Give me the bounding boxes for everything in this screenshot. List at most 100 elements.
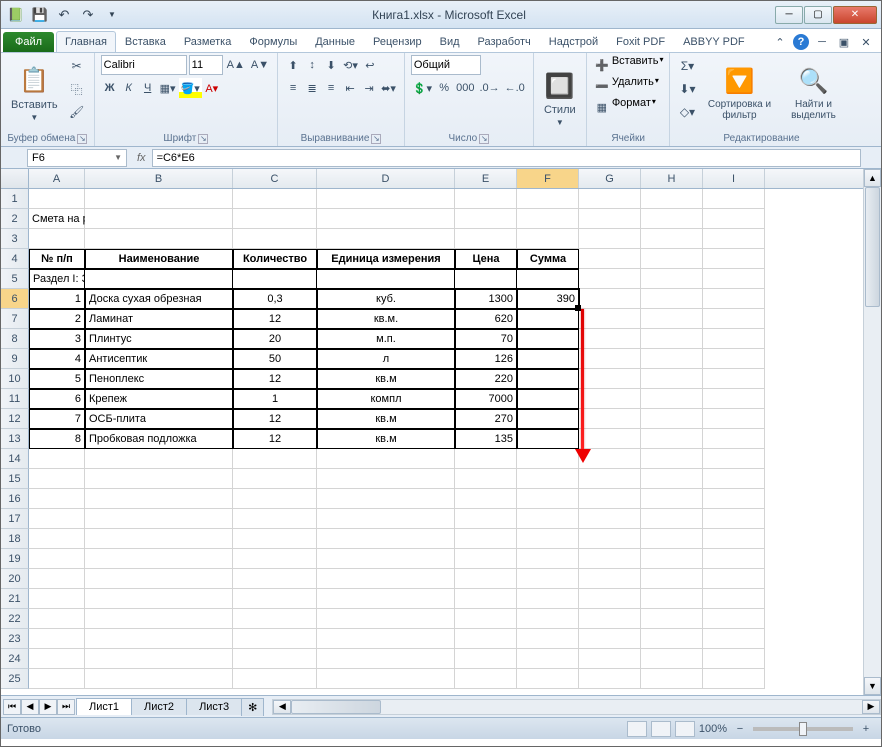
cell[interactable]: кв.м.	[317, 309, 455, 329]
redo-icon[interactable]: ↷	[77, 4, 99, 26]
cell[interactable]	[579, 409, 641, 429]
page-layout-view-icon[interactable]	[651, 721, 671, 737]
font-name-select[interactable]	[101, 55, 187, 75]
cell[interactable]: 6	[29, 389, 85, 409]
select-all-corner[interactable]	[1, 169, 29, 188]
cell[interactable]: 12	[233, 309, 317, 329]
tab-developer[interactable]: Разработч	[469, 31, 540, 52]
cell[interactable]: кв.м	[317, 429, 455, 449]
cell[interactable]	[703, 269, 765, 289]
cell[interactable]	[579, 649, 641, 669]
cell[interactable]	[641, 209, 703, 229]
cell[interactable]	[579, 389, 641, 409]
cell[interactable]: Доска сухая обрезная	[85, 289, 233, 309]
scroll-down-icon[interactable]: ▼	[864, 677, 881, 695]
workbook-close-icon[interactable]: ✕	[857, 32, 875, 52]
cell[interactable]	[317, 569, 455, 589]
sheet-last-icon[interactable]: ⏭	[57, 699, 75, 715]
cell[interactable]	[641, 329, 703, 349]
cell[interactable]	[579, 669, 641, 689]
row-header[interactable]: 12	[1, 409, 29, 429]
cell[interactable]: 126	[455, 349, 517, 369]
cell[interactable]	[703, 329, 765, 349]
cell[interactable]	[517, 509, 579, 529]
tab-data[interactable]: Данные	[306, 31, 364, 52]
cell[interactable]	[579, 589, 641, 609]
border-button[interactable]: ▦▾	[158, 78, 178, 98]
cell[interactable]	[29, 549, 85, 569]
cell[interactable]	[517, 569, 579, 589]
row-header[interactable]: 20	[1, 569, 29, 589]
cell[interactable]: компл	[317, 389, 455, 409]
cell[interactable]	[85, 449, 233, 469]
tab-addins[interactable]: Надстрой	[540, 31, 607, 52]
wrap-text-button[interactable]: ↩	[361, 55, 379, 75]
format-cells-button[interactable]: ▦Формат▾	[593, 97, 664, 117]
file-tab[interactable]: Файл	[3, 32, 54, 52]
normal-view-icon[interactable]	[627, 721, 647, 737]
font-color-button[interactable]: A▾	[203, 78, 221, 98]
cell[interactable]	[703, 409, 765, 429]
cell[interactable]	[641, 229, 703, 249]
alignment-launcher-icon[interactable]: ↘	[371, 134, 381, 144]
cell[interactable]: 1	[29, 289, 85, 309]
cell[interactable]	[455, 589, 517, 609]
page-break-view-icon[interactable]	[675, 721, 695, 737]
col-header-b[interactable]: B	[85, 169, 233, 188]
cell[interactable]	[703, 369, 765, 389]
col-header-g[interactable]: G	[579, 169, 641, 188]
undo-icon[interactable]: ↶	[53, 4, 75, 26]
cell[interactable]	[317, 509, 455, 529]
cell[interactable]	[579, 329, 641, 349]
col-header-f[interactable]: F	[517, 169, 579, 188]
cell[interactable]	[579, 249, 641, 269]
cell[interactable]	[641, 369, 703, 389]
cell[interactable]	[29, 449, 85, 469]
cell[interactable]	[317, 669, 455, 689]
cell[interactable]: 12	[233, 409, 317, 429]
row-header[interactable]: 11	[1, 389, 29, 409]
cell[interactable]	[579, 209, 641, 229]
cell[interactable]	[517, 189, 579, 209]
scroll-left-icon[interactable]: ◀	[273, 700, 291, 714]
format-painter-icon[interactable]: 🖌	[66, 101, 88, 123]
decrease-decimal-icon[interactable]: ←.0	[503, 78, 527, 98]
cell[interactable]: 7	[29, 409, 85, 429]
cell[interactable]: 70	[455, 329, 517, 349]
cell[interactable]	[579, 509, 641, 529]
cell[interactable]	[29, 669, 85, 689]
sheet-next-icon[interactable]: ▶	[39, 699, 57, 715]
cell[interactable]	[233, 669, 317, 689]
scroll-up-icon[interactable]: ▲	[864, 169, 881, 187]
cell[interactable]	[317, 269, 455, 289]
cell[interactable]: кв.м	[317, 409, 455, 429]
cell[interactable]: 4	[29, 349, 85, 369]
cell[interactable]	[455, 269, 517, 289]
cell[interactable]	[233, 489, 317, 509]
underline-button[interactable]: Ч	[139, 78, 157, 98]
cell[interactable]	[517, 529, 579, 549]
vertical-scrollbar[interactable]: ▲ ▼	[863, 169, 881, 695]
cell[interactable]: Количество	[233, 249, 317, 269]
cell[interactable]	[317, 529, 455, 549]
cell[interactable]	[29, 629, 85, 649]
cell[interactable]	[517, 429, 579, 449]
cell[interactable]	[517, 269, 579, 289]
cell[interactable]	[703, 609, 765, 629]
currency-icon[interactable]: 💲▾	[411, 78, 434, 98]
cell[interactable]	[455, 569, 517, 589]
cell[interactable]	[233, 609, 317, 629]
help-icon[interactable]: ?	[793, 34, 809, 50]
cell[interactable]	[579, 309, 641, 329]
cell[interactable]	[641, 549, 703, 569]
row-header[interactable]: 6	[1, 289, 29, 309]
cell[interactable]	[85, 629, 233, 649]
cell[interactable]	[29, 589, 85, 609]
cell[interactable]	[233, 529, 317, 549]
cell[interactable]	[517, 469, 579, 489]
row-header[interactable]: 21	[1, 589, 29, 609]
cell[interactable]	[641, 389, 703, 409]
row-header[interactable]: 3	[1, 229, 29, 249]
cell[interactable]	[317, 189, 455, 209]
cell[interactable]	[579, 369, 641, 389]
